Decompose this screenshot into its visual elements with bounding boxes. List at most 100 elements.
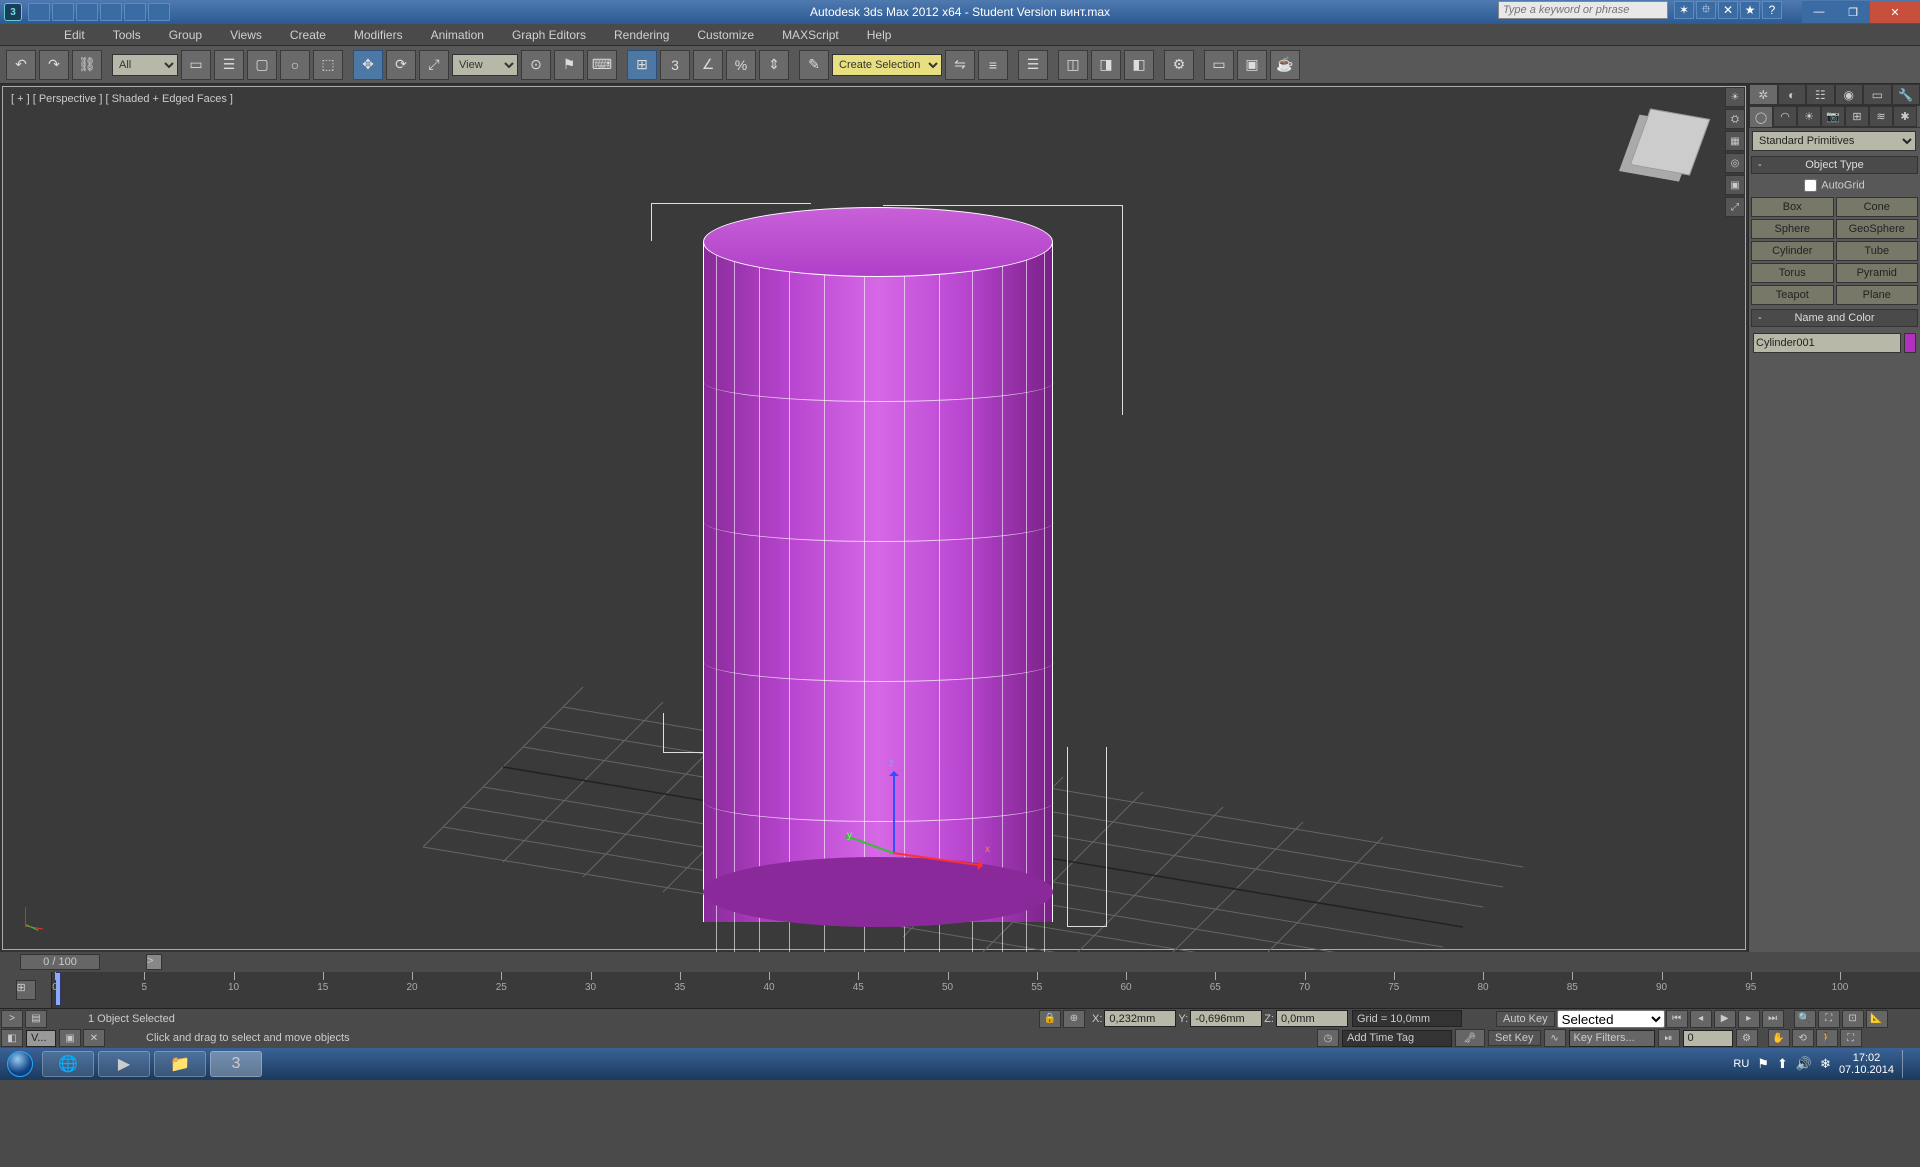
move-tool-icon[interactable]: ✥	[353, 50, 383, 80]
zoom-ext-icon[interactable]: ⊡	[1842, 1010, 1864, 1028]
autogrid-checkbox[interactable]	[1804, 179, 1817, 192]
selection-filter-dropdown[interactable]: All	[112, 54, 178, 76]
time-config-icon[interactable]: ⚙	[1736, 1029, 1758, 1047]
primitive-torus-button[interactable]: Torus	[1751, 263, 1834, 283]
nav-max-icon[interactable]: ⤢	[1725, 197, 1745, 217]
lock-selection-icon[interactable]: 🔒	[1039, 1010, 1061, 1028]
macro-close-icon[interactable]: ✕	[83, 1029, 105, 1047]
primitive-tube-button[interactable]: Tube	[1836, 241, 1919, 261]
infocenter-icon[interactable]: ✶	[1674, 1, 1694, 19]
menu-modifiers[interactable]: Modifiers	[340, 28, 417, 42]
time-slider-handle[interactable]: >	[146, 954, 162, 970]
primitive-category-dropdown[interactable]: Standard Primitives	[1752, 131, 1916, 151]
snap-3d-icon[interactable]: 3	[660, 50, 690, 80]
link-icon[interactable]: ⛓	[72, 50, 102, 80]
prev-frame-icon[interactable]: ◂	[1690, 1010, 1712, 1028]
shapes-subtab-icon[interactable]: ◠	[1773, 106, 1797, 127]
primitive-cylinder-button[interactable]: Cylinder	[1751, 241, 1834, 261]
goto-start-icon[interactable]: ⏮	[1666, 1010, 1688, 1028]
menu-group[interactable]: Group	[155, 28, 216, 42]
taskbar-explorer-icon[interactable]: 📁	[154, 1051, 206, 1077]
z-coord-field[interactable]: 0,0mm	[1276, 1010, 1348, 1027]
play-icon[interactable]: ▶	[1714, 1010, 1736, 1028]
primitive-sphere-button[interactable]: Sphere	[1751, 219, 1834, 239]
render-frame-icon[interactable]: ▭	[1204, 50, 1234, 80]
exchange-icon[interactable]: ✕	[1718, 1, 1738, 19]
current-frame-field[interactable]: 0	[1683, 1030, 1733, 1047]
help-search-input[interactable]	[1498, 1, 1668, 19]
qat-save-icon[interactable]	[76, 3, 98, 21]
primitive-teapot-button[interactable]: Teapot	[1751, 285, 1834, 305]
qat-undo-icon[interactable]	[100, 3, 122, 21]
edit-named-sel-icon[interactable]: ✎	[799, 50, 829, 80]
max-viewport-icon[interactable]: ⛶	[1840, 1029, 1862, 1047]
menu-grapheditors[interactable]: Graph Editors	[498, 28, 600, 42]
keymode-dropdown[interactable]: Selected	[1557, 1010, 1665, 1028]
helpers-subtab-icon[interactable]: ⊞	[1845, 106, 1869, 127]
time-slider[interactable]: 0 / 100 >	[0, 952, 1920, 972]
nav-cam-icon[interactable]: ▣	[1725, 175, 1745, 195]
curve-editor-icon[interactable]: ◫	[1058, 50, 1088, 80]
y-coord-field[interactable]: -0,696mm	[1190, 1010, 1262, 1027]
qat-new-icon[interactable]	[28, 3, 50, 21]
key-big-icon[interactable]: 🗝	[1455, 1029, 1485, 1047]
render-setup-icon[interactable]: ⚙	[1164, 50, 1194, 80]
menu-rendering[interactable]: Rendering	[600, 28, 683, 42]
qat-open-icon[interactable]	[52, 3, 74, 21]
primitive-geosphere-button[interactable]: GeoSphere	[1836, 219, 1919, 239]
help-icon[interactable]: ?	[1762, 1, 1782, 19]
fence-select-icon[interactable]: ⬚	[313, 50, 343, 80]
spacewarps-subtab-icon[interactable]: ≋	[1869, 106, 1893, 127]
script-listener-icon[interactable]: ▤	[25, 1010, 47, 1028]
viewcube[interactable]	[1625, 97, 1715, 187]
nav-safe-icon[interactable]: ◎	[1725, 153, 1745, 173]
walk-icon[interactable]: 🚶	[1816, 1029, 1838, 1047]
menu-edit[interactable]: Edit	[50, 28, 99, 42]
taskbar-chrome-icon[interactable]: 🌐	[42, 1051, 94, 1077]
tray-volume-icon[interactable]: 🔊	[1796, 1056, 1812, 1072]
gizmo-z-axis[interactable]	[893, 772, 895, 852]
timeline-ruler[interactable]: ⊞ 05101520253035404550556065707580859095…	[0, 972, 1920, 1008]
app-icon[interactable]: 3	[4, 3, 22, 21]
key-filters-waveform-icon[interactable]: ∿	[1544, 1029, 1566, 1047]
snap-toggle-icon[interactable]: ⊞	[627, 50, 657, 80]
tray-updates-icon[interactable]: ⬆	[1777, 1056, 1788, 1072]
maxscript-label[interactable]: V...	[26, 1030, 56, 1047]
lights-subtab-icon[interactable]: ☀	[1797, 106, 1821, 127]
name-and-color-rollout[interactable]: Name and Color	[1751, 309, 1918, 327]
window-close-button[interactable]: ✕	[1870, 1, 1920, 23]
window-maximize-button[interactable]: ❐	[1836, 1, 1870, 23]
manip-icon[interactable]: ⚑	[554, 50, 584, 80]
nav-box-icon[interactable]: ▦	[1725, 131, 1745, 151]
modify-tab-icon[interactable]: ◐	[1778, 84, 1807, 105]
angle-snap-icon[interactable]: ∠	[693, 50, 723, 80]
nav-people-icon[interactable]: ⛭	[1725, 109, 1745, 129]
qat-redo-icon[interactable]	[124, 3, 146, 21]
primitive-cone-button[interactable]: Cone	[1836, 197, 1919, 217]
pan-icon[interactable]: ✋	[1768, 1029, 1790, 1047]
align-icon[interactable]: ≡	[978, 50, 1008, 80]
orbit-icon[interactable]: ⟲	[1792, 1029, 1814, 1047]
tray-network-icon[interactable]: ❄	[1820, 1056, 1831, 1072]
refcoord-dropdown[interactable]: View	[452, 54, 518, 76]
object-name-input[interactable]	[1753, 333, 1901, 353]
primitive-plane-button[interactable]: Plane	[1836, 285, 1919, 305]
hierarchy-tab-icon[interactable]: ☷	[1806, 84, 1835, 105]
transform-gizmo[interactable]: z x y	[853, 772, 993, 892]
object-type-rollout[interactable]: Object Type	[1751, 156, 1918, 174]
gizmo-x-axis[interactable]	[893, 852, 982, 867]
circle-select-icon[interactable]: ○	[280, 50, 310, 80]
set-key-button[interactable]: Set Key	[1488, 1030, 1541, 1046]
next-frame-icon[interactable]: ▸	[1738, 1010, 1760, 1028]
named-selection-dropdown[interactable]: Create Selection Se	[832, 54, 942, 76]
x-coord-field[interactable]: 0,232mm	[1104, 1010, 1176, 1027]
object-color-swatch[interactable]	[1904, 333, 1916, 353]
menu-help[interactable]: Help	[853, 28, 906, 42]
material-editor-icon[interactable]: ◧	[1124, 50, 1154, 80]
fov-icon[interactable]: 📐	[1866, 1010, 1888, 1028]
gizmo-y-axis[interactable]	[846, 835, 894, 854]
script-mini-icon[interactable]: >	[1, 1010, 23, 1028]
tray-flag-icon[interactable]: ⚑	[1757, 1056, 1769, 1072]
signin-icon[interactable]: ⯐	[1696, 1, 1716, 19]
percent-snap-icon[interactable]: %	[726, 50, 756, 80]
